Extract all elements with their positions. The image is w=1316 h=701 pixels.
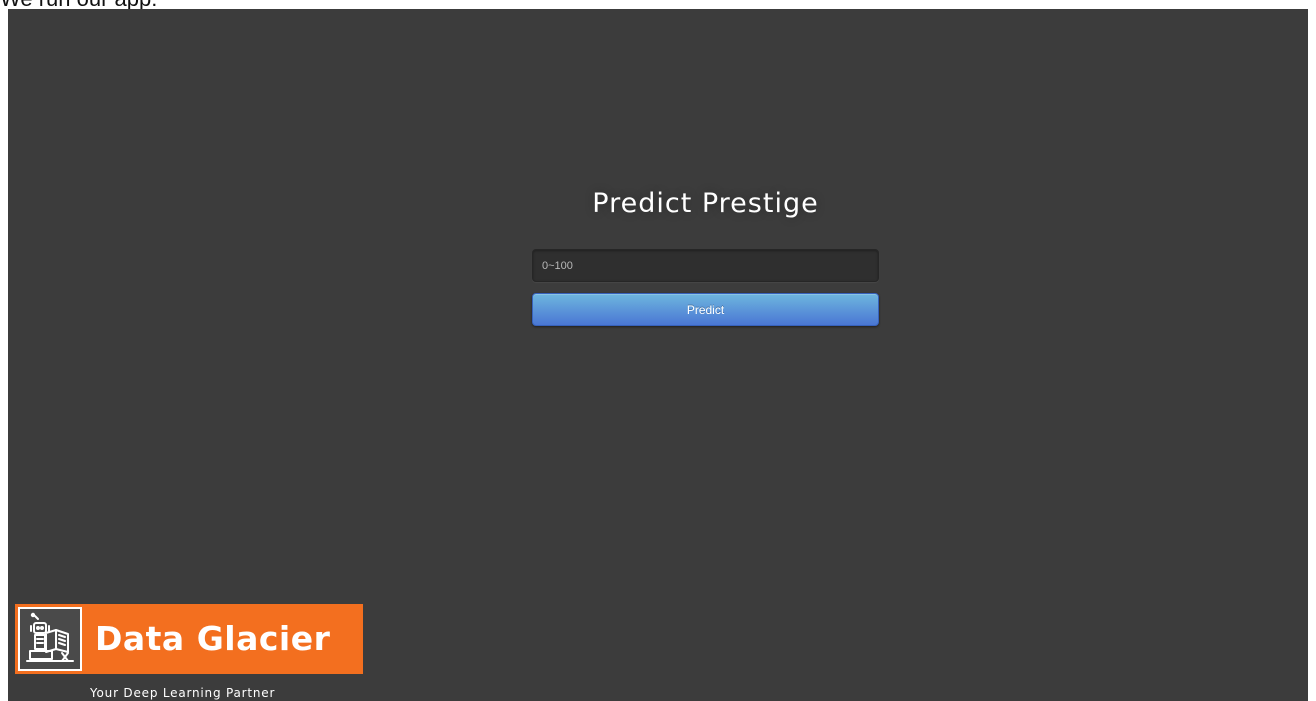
robot-reading-book-icon [18, 607, 82, 671]
predict-form-container: Predict Prestige Predict [532, 179, 879, 326]
page-title: Predict Prestige [592, 188, 819, 219]
predict-form: Predict [532, 249, 879, 326]
brand-name: Data Glacier [95, 619, 331, 658]
brand-tagline: Your Deep Learning Partner [90, 686, 276, 700]
brand-banner: Data Glacier [15, 604, 363, 674]
app-window: Predict Prestige Predict [8, 9, 1308, 701]
predict-button[interactable]: Predict [532, 293, 879, 326]
prestige-input[interactable] [532, 249, 879, 282]
